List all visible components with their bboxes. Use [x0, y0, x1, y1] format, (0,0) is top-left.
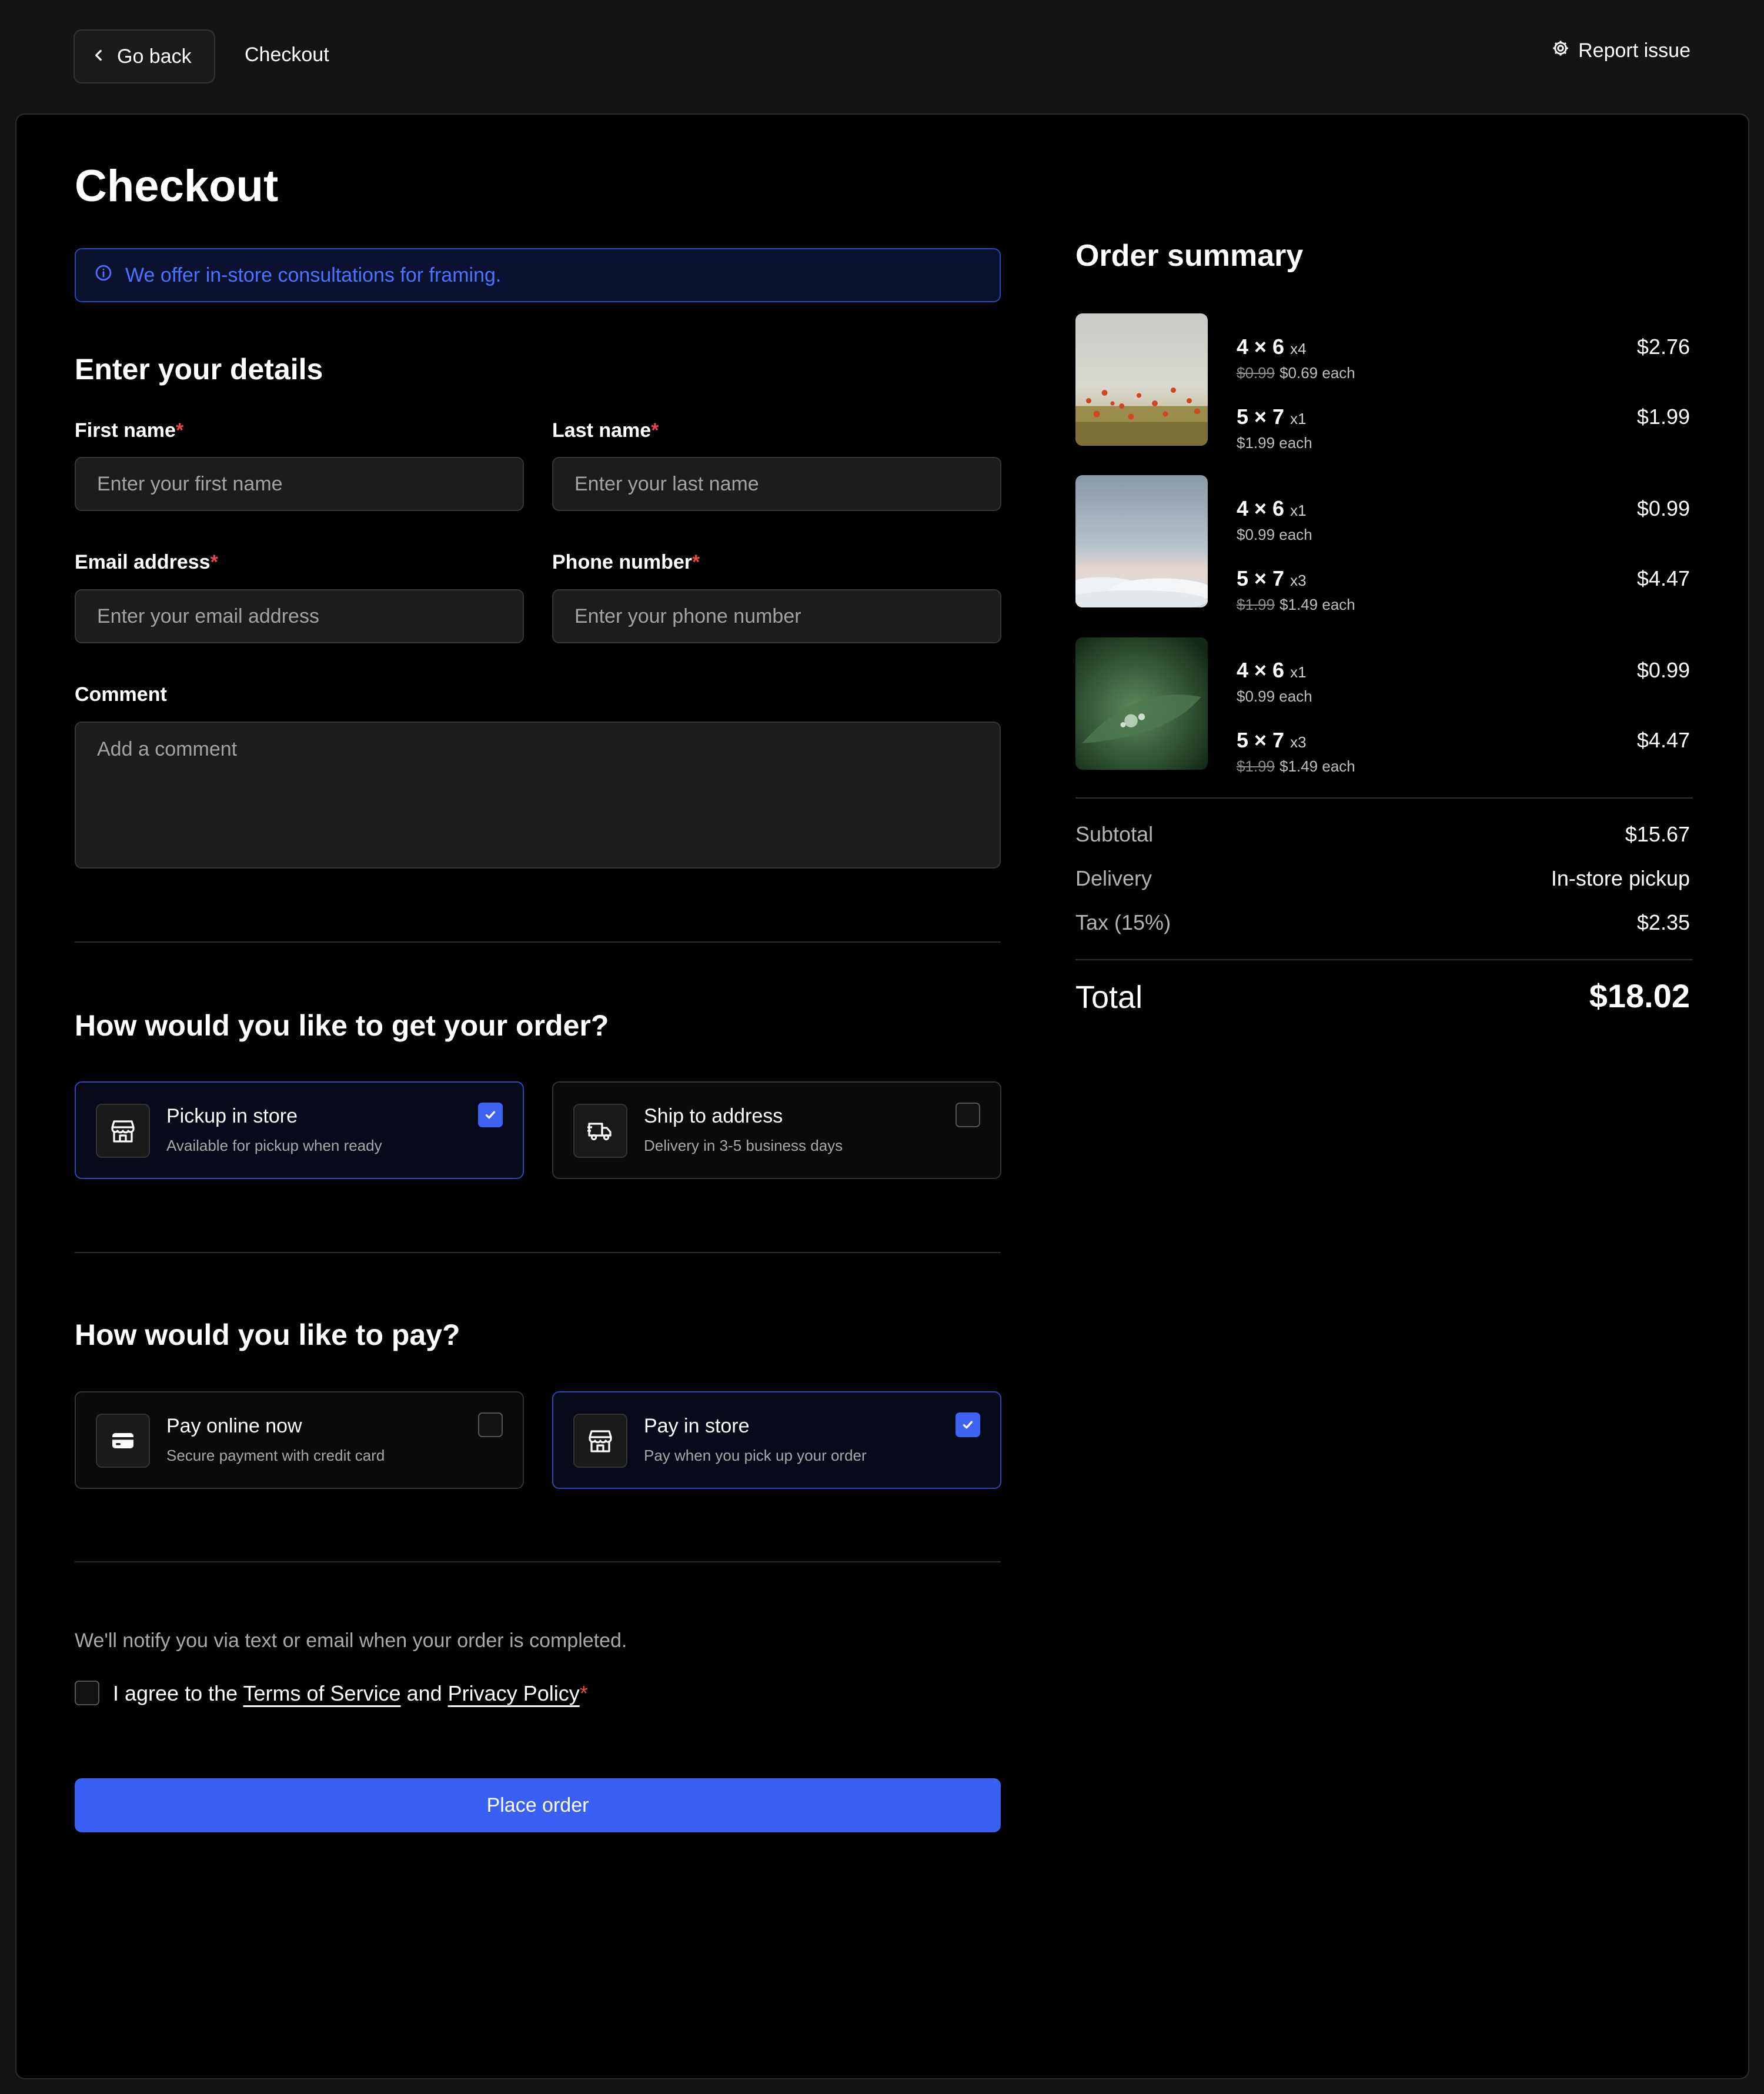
section-divider: [75, 941, 1001, 943]
section-divider: [75, 1252, 1001, 1253]
phone-input[interactable]: [552, 589, 1001, 643]
line-item-price: $0.99: [1636, 496, 1690, 520]
phone-label: Phone number*: [552, 551, 700, 573]
option-title: Ship to address: [644, 1105, 783, 1127]
agree-checkbox[interactable]: [75, 1681, 99, 1705]
option-subtitle: Secure payment with credit card: [166, 1447, 385, 1464]
payment-heading: How would you like to pay?: [75, 1318, 460, 1351]
section-divider: [75, 1561, 1001, 1562]
agree-text: I agree to the Terms of Service and Priv…: [113, 1681, 588, 1706]
store-icon: [573, 1414, 627, 1468]
line-item-unit-price: $1.99 $1.49 each: [1237, 596, 1355, 613]
line-item-size: 4 × 6 x4: [1237, 335, 1307, 359]
option-subtitle: Available for pickup when ready: [166, 1137, 382, 1154]
line-item-size: 5 × 7 x1: [1237, 405, 1307, 429]
line-item-size: 5 × 7 x3: [1237, 566, 1307, 590]
option-subtitle: Delivery in 3-5 business days: [644, 1137, 843, 1154]
order-summary-title: Order summary: [1075, 239, 1304, 273]
checkout-panel: Checkout We offer in-store consultations…: [15, 113, 1749, 2079]
comment-label: Comment: [75, 683, 167, 706]
store-icon: [96, 1104, 150, 1158]
poppy-field-photo: [1075, 313, 1208, 446]
delivery-label: Delivery: [1075, 866, 1152, 890]
summary-divider: [1075, 797, 1693, 799]
line-item-price: $1.99: [1636, 405, 1690, 429]
line-item-unit-price: $0.99 $0.69 each: [1237, 364, 1355, 382]
info-icon: [95, 264, 112, 287]
total-label: Total: [1075, 980, 1143, 1015]
option-title: Pay online now: [166, 1415, 302, 1437]
gear-icon: [1551, 39, 1570, 63]
clouds-photo: [1075, 475, 1208, 607]
option-checkbox[interactable]: [956, 1103, 980, 1127]
total-value: $18.02: [1589, 977, 1690, 1014]
option-checkbox[interactable]: [478, 1412, 503, 1437]
go-back-label: Go back: [117, 45, 192, 68]
option-checkbox-checked[interactable]: [478, 1103, 503, 1127]
option-checkbox-checked[interactable]: [956, 1412, 980, 1437]
tax-value: $2.35: [1636, 910, 1690, 934]
summary-divider: [1075, 959, 1693, 960]
line-item-size: 4 × 6 x1: [1237, 496, 1307, 520]
first-name-label: First name*: [75, 419, 184, 442]
agree-prefix: I agree to the: [113, 1681, 243, 1705]
privacy-policy-link[interactable]: Privacy Policy: [448, 1681, 580, 1705]
last-name-input[interactable]: [552, 457, 1001, 511]
breadcrumb: Checkout: [245, 44, 329, 66]
email-label: Email address*: [75, 551, 218, 573]
notify-text: We'll notify you via text or email when …: [75, 1629, 627, 1652]
line-item-unit-price: $0.99 each: [1237, 687, 1312, 705]
email-input[interactable]: [75, 589, 524, 643]
line-item-unit-price: $1.99 $1.49 each: [1237, 757, 1355, 775]
option-pay-in-store[interactable]: Pay in store Pay when you pick up your o…: [552, 1391, 1001, 1489]
line-item-price: $0.99: [1636, 658, 1690, 682]
required-mark: *: [579, 1681, 588, 1705]
page-title: Checkout: [75, 161, 279, 211]
last-name-label: Last name*: [552, 419, 659, 442]
line-item-unit-price: $1.99 each: [1237, 434, 1312, 452]
agree-middle: and: [400, 1681, 448, 1705]
go-back-button[interactable]: Go back: [74, 29, 215, 84]
option-title: Pay in store: [644, 1415, 750, 1437]
delivery-value: In-store pickup: [1551, 866, 1690, 890]
truck-icon: [573, 1104, 627, 1158]
line-item-unit-price: $0.99 each: [1237, 526, 1312, 543]
line-item-price: $4.47: [1636, 728, 1690, 752]
delivery-heading: How would you like to get your order?: [75, 1009, 609, 1042]
tax-label: Tax (15%): [1075, 910, 1171, 934]
subtotal-label: Subtotal: [1075, 822, 1154, 846]
report-issue-button[interactable]: Report issue: [1551, 39, 1690, 63]
credit-card-icon: [96, 1414, 150, 1468]
details-heading: Enter your details: [75, 353, 323, 386]
line-item-size: 4 × 6 x1: [1237, 658, 1307, 682]
info-banner: We offer in-store consultations for fram…: [75, 248, 1001, 302]
option-ship-to-address[interactable]: Ship to address Delivery in 3-5 business…: [552, 1081, 1001, 1179]
info-banner-text: We offer in-store consultations for fram…: [125, 263, 502, 286]
option-pickup-in-store[interactable]: Pickup in store Available for pickup whe…: [75, 1081, 524, 1179]
chevron-left-icon: [91, 45, 106, 68]
first-name-input[interactable]: [75, 457, 524, 511]
option-title: Pickup in store: [166, 1105, 298, 1127]
terms-of-service-link[interactable]: Terms of Service: [243, 1681, 401, 1705]
line-item-size: 5 × 7 x3: [1237, 728, 1307, 752]
leaf-dewdrop-photo: [1075, 637, 1208, 770]
line-item-price: $4.47: [1636, 566, 1690, 590]
place-order-button[interactable]: Place order: [75, 1778, 1001, 1832]
report-issue-label: Report issue: [1578, 39, 1690, 62]
option-subtitle: Pay when you pick up your order: [644, 1447, 867, 1464]
option-pay-online[interactable]: Pay online now Secure payment with credi…: [75, 1391, 524, 1489]
comment-textarea[interactable]: [75, 722, 1001, 869]
subtotal-value: $15.67: [1625, 822, 1690, 846]
line-item-price: $2.76: [1636, 335, 1690, 359]
